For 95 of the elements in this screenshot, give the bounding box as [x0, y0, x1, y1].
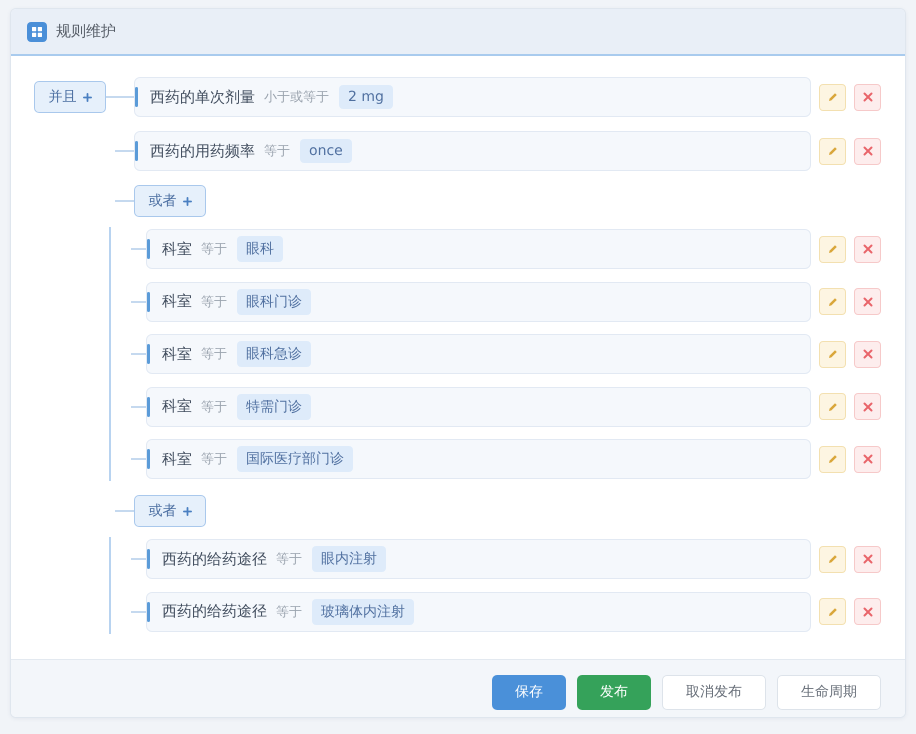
pencil-icon [826, 400, 838, 412]
delete-button[interactable] [854, 393, 881, 420]
plus-icon [82, 92, 92, 102]
delete-button[interactable] [854, 84, 881, 110]
accent-bar [147, 549, 150, 569]
pencil-icon [826, 296, 838, 308]
field-name: 西药的用药频率 [150, 142, 255, 160]
operator-text: 等于 [276, 551, 302, 568]
cross-icon [862, 553, 874, 565]
value-tag: 2 mg [339, 85, 393, 109]
field-name: 科室 [162, 292, 192, 311]
footer-button[interactable]: 发布 [577, 674, 651, 710]
cross-icon [862, 296, 874, 308]
accent-bar [147, 396, 150, 416]
operator-text: 等于 [201, 346, 227, 363]
connector-line [115, 150, 134, 152]
edit-button[interactable] [819, 446, 846, 472]
pencil-icon [826, 348, 838, 360]
operator-text: 等于 [276, 604, 302, 620]
value-tag: 眼科 [237, 236, 283, 262]
value-tag: 特需门诊 [237, 394, 311, 420]
field-name: 科室 [162, 344, 192, 364]
connector-line [131, 300, 146, 302]
accent-bar [147, 292, 150, 312]
pencil-icon [826, 145, 838, 157]
operator-button[interactable]: 并且 [34, 81, 106, 113]
delete-button[interactable] [854, 288, 881, 315]
edit-button[interactable] [819, 598, 846, 625]
cross-icon [862, 453, 874, 465]
operator-text: 等于 [201, 451, 227, 468]
delete-button[interactable] [854, 546, 881, 572]
cross-icon [862, 348, 874, 360]
operator-text: 等于 [201, 398, 227, 416]
delete-button[interactable] [854, 138, 881, 164]
field-name: 科室 [162, 450, 192, 468]
field-name: 西药的给药途径 [162, 550, 267, 568]
value-tag: 眼科门诊 [237, 288, 311, 314]
field-name: 西药的给药途径 [162, 602, 267, 621]
cross-icon [862, 606, 874, 618]
pencil-icon [826, 243, 838, 255]
pencil-icon [826, 453, 838, 465]
plus-icon [182, 196, 192, 206]
cross-icon [862, 243, 874, 255]
operator-text: 等于 [201, 294, 227, 310]
delete-button[interactable] [854, 598, 881, 625]
edit-button[interactable] [819, 288, 846, 315]
operator-text: 等于 [201, 241, 227, 258]
accent-bar [147, 449, 150, 469]
operator-button[interactable]: 或者 [134, 495, 206, 527]
accent-bar [147, 602, 150, 622]
connector-line [115, 510, 134, 512]
cross-icon [862, 145, 874, 157]
footer-button[interactable]: 生命周期 [777, 674, 881, 710]
connector-line [115, 200, 134, 202]
panel-title: 规则维护 [56, 22, 116, 41]
operator-button[interactable]: 或者 [134, 185, 206, 217]
delete-button[interactable] [854, 236, 881, 262]
connector-line [131, 353, 146, 355]
delete-button[interactable] [854, 446, 881, 472]
operator-text: 小于或等于 [264, 89, 329, 106]
edit-button[interactable] [819, 393, 846, 420]
footer-button[interactable]: 取消发布 [662, 674, 766, 710]
field-name: 科室 [162, 397, 192, 416]
cross-icon [862, 91, 874, 103]
accent-bar [147, 239, 150, 259]
footer-button[interactable]: 保存 [492, 674, 566, 710]
cross-icon [862, 400, 874, 412]
operator-text: 等于 [264, 143, 290, 160]
edit-button[interactable] [819, 236, 846, 262]
value-tag: 眼内注射 [312, 546, 386, 572]
connector-line [131, 458, 146, 460]
value-tag: 玻璃体内注射 [312, 598, 414, 624]
value-tag: 眼科急诊 [237, 341, 311, 367]
edit-button[interactable] [819, 138, 846, 164]
accent-bar [135, 141, 138, 161]
connector-line [131, 558, 146, 560]
grid-icon [27, 22, 47, 42]
value-tag: 国际医疗部门诊 [237, 446, 353, 472]
field-name: 科室 [162, 240, 192, 258]
connector-line [131, 248, 146, 250]
plus-icon [182, 506, 192, 516]
field-name: 西药的单次剂量 [150, 88, 255, 106]
edit-button[interactable] [819, 546, 846, 572]
connector-line [131, 610, 146, 612]
connector-line [106, 96, 134, 98]
pencil-icon [826, 91, 838, 103]
pencil-icon [826, 606, 838, 618]
edit-button[interactable] [819, 84, 846, 110]
connector-line [131, 406, 146, 408]
delete-button[interactable] [854, 340, 881, 368]
pencil-icon [826, 553, 838, 565]
accent-bar [135, 87, 138, 107]
accent-bar [147, 344, 150, 364]
value-tag: once [300, 139, 352, 163]
edit-button[interactable] [819, 340, 846, 368]
